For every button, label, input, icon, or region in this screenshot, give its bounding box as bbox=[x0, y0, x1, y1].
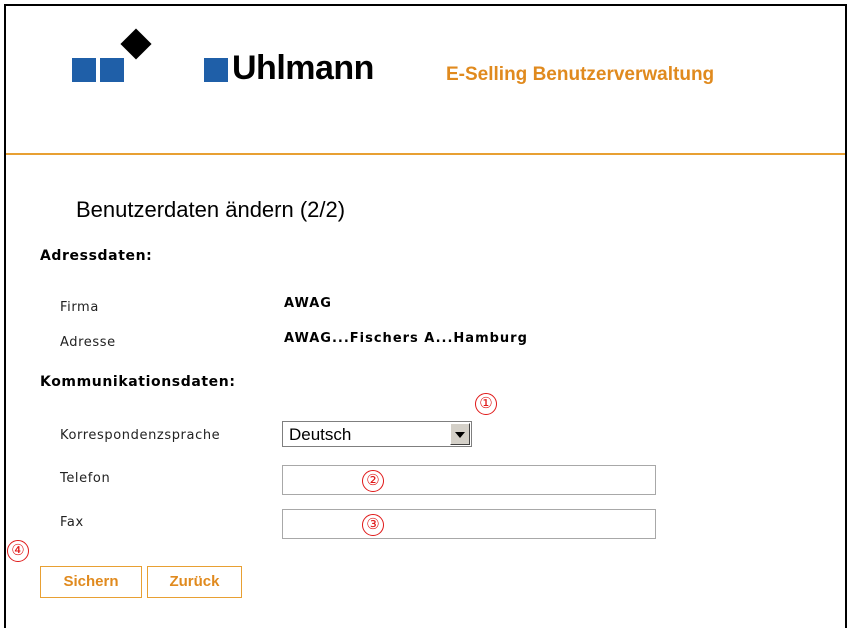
language-select-value: Deutsch bbox=[289, 425, 352, 444]
marker-2: ② bbox=[362, 470, 384, 492]
app-title: E-Selling Benutzerverwaltung bbox=[446, 64, 715, 85]
phone-input[interactable] bbox=[282, 465, 656, 495]
address-section-heading: Adressdaten: bbox=[40, 248, 153, 264]
address-label: Adresse bbox=[60, 335, 116, 350]
company-label: Firma bbox=[60, 300, 99, 315]
phone-label: Telefon bbox=[60, 471, 111, 486]
logo-square-2 bbox=[100, 58, 124, 82]
chevron-down-icon[interactable] bbox=[450, 423, 470, 445]
brand-name: Uhlmann bbox=[232, 49, 374, 87]
header-divider bbox=[6, 153, 845, 155]
marker-1: ① bbox=[475, 393, 497, 415]
fax-label: Fax bbox=[60, 515, 84, 530]
address-value: AWAG...Fischers A...Hamburg bbox=[284, 331, 528, 346]
fax-input[interactable] bbox=[282, 509, 656, 539]
logo-square-3 bbox=[204, 58, 228, 82]
language-select[interactable]: Deutsch bbox=[282, 421, 472, 447]
save-button[interactable]: Sichern bbox=[40, 566, 142, 598]
marker-4: ④ bbox=[7, 540, 29, 562]
language-label: Korrespondenzsprache bbox=[60, 428, 221, 443]
communication-section-heading: Kommunikationsdaten: bbox=[40, 374, 236, 390]
logo-square-1 bbox=[72, 58, 96, 82]
page-title: Benutzerdaten ändern (2/2) bbox=[76, 197, 346, 222]
marker-3: ③ bbox=[362, 514, 384, 536]
back-button[interactable]: Zurück bbox=[147, 566, 242, 598]
company-value: AWAG bbox=[284, 296, 332, 311]
